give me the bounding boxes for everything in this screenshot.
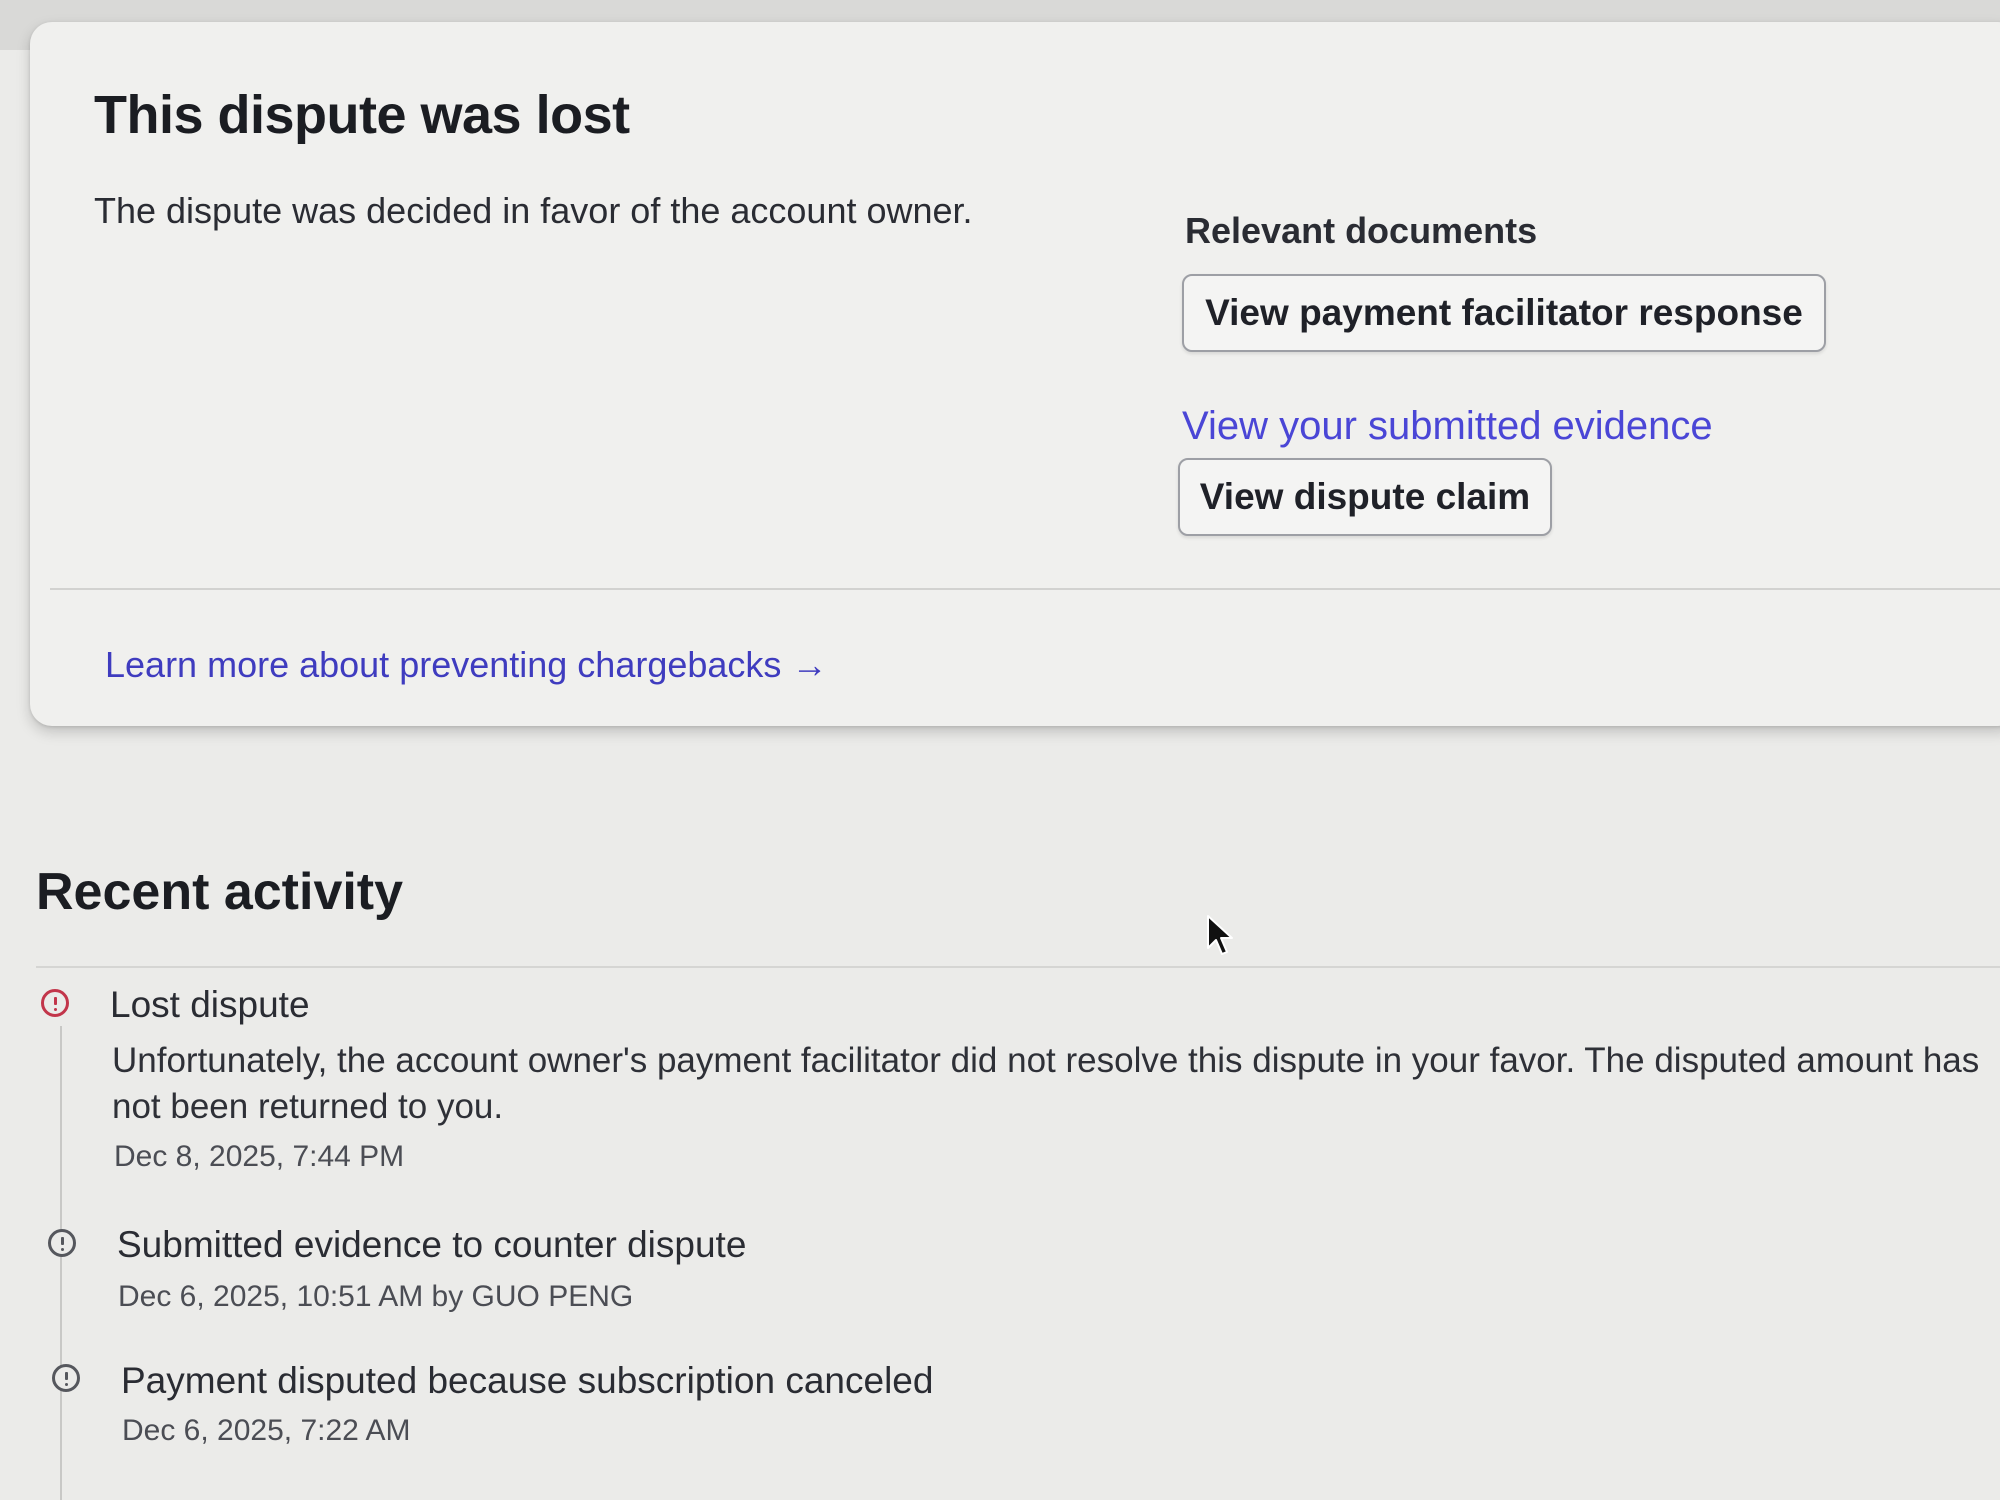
alert-circle-icon [41, 989, 69, 1017]
view-facilitator-response-button[interactable]: View payment facilitator response [1182, 274, 1826, 352]
activity-item-description: Unfortunately, the account owner's payme… [112, 1041, 1980, 1126]
activity-item-title: Submitted evidence to counter dispute [117, 1224, 747, 1265]
activity-item-timestamp: Dec 6, 2025, 10:51 AM by GUO PENG [118, 1280, 634, 1313]
dispute-status-subtitle: The dispute was decided in favor of the … [94, 190, 973, 231]
view-submitted-evidence-link[interactable]: View your submitted evidence [1182, 404, 1713, 449]
recent-activity-divider [36, 966, 2000, 968]
recent-activity-heading: Recent activity [36, 863, 404, 921]
activity-item-timestamp: Dec 8, 2025, 7:44 PM [114, 1140, 405, 1173]
view-dispute-claim-button[interactable]: View dispute claim [1178, 458, 1552, 536]
view-facilitator-response-label: View payment facilitator response [1205, 292, 1803, 333]
learn-more-chargebacks-label: Learn more about preventing chargebacks [105, 644, 782, 685]
timeline-line [60, 1026, 62, 1500]
arrow-right-icon: → [791, 644, 828, 685]
activity-item-timestamp: Dec 6, 2025, 7:22 AM [122, 1414, 411, 1447]
learn-more-chargebacks-link[interactable]: Learn more about preventing chargebacks … [105, 644, 827, 686]
info-circle-icon [52, 1364, 80, 1392]
card-divider [50, 588, 2000, 590]
info-circle-icon [48, 1229, 76, 1257]
dispute-status-card: This dispute was lost The dispute was de… [30, 22, 2000, 726]
relevant-documents-heading: Relevant documents [1185, 210, 1538, 251]
activity-item-title: Lost dispute [110, 984, 310, 1025]
view-dispute-claim-label: View dispute claim [1199, 476, 1531, 517]
dispute-status-title: This dispute was lost [94, 85, 630, 145]
mouse-cursor-icon [1207, 915, 1233, 955]
activity-item-title: Payment disputed because subscription ca… [121, 1360, 934, 1401]
